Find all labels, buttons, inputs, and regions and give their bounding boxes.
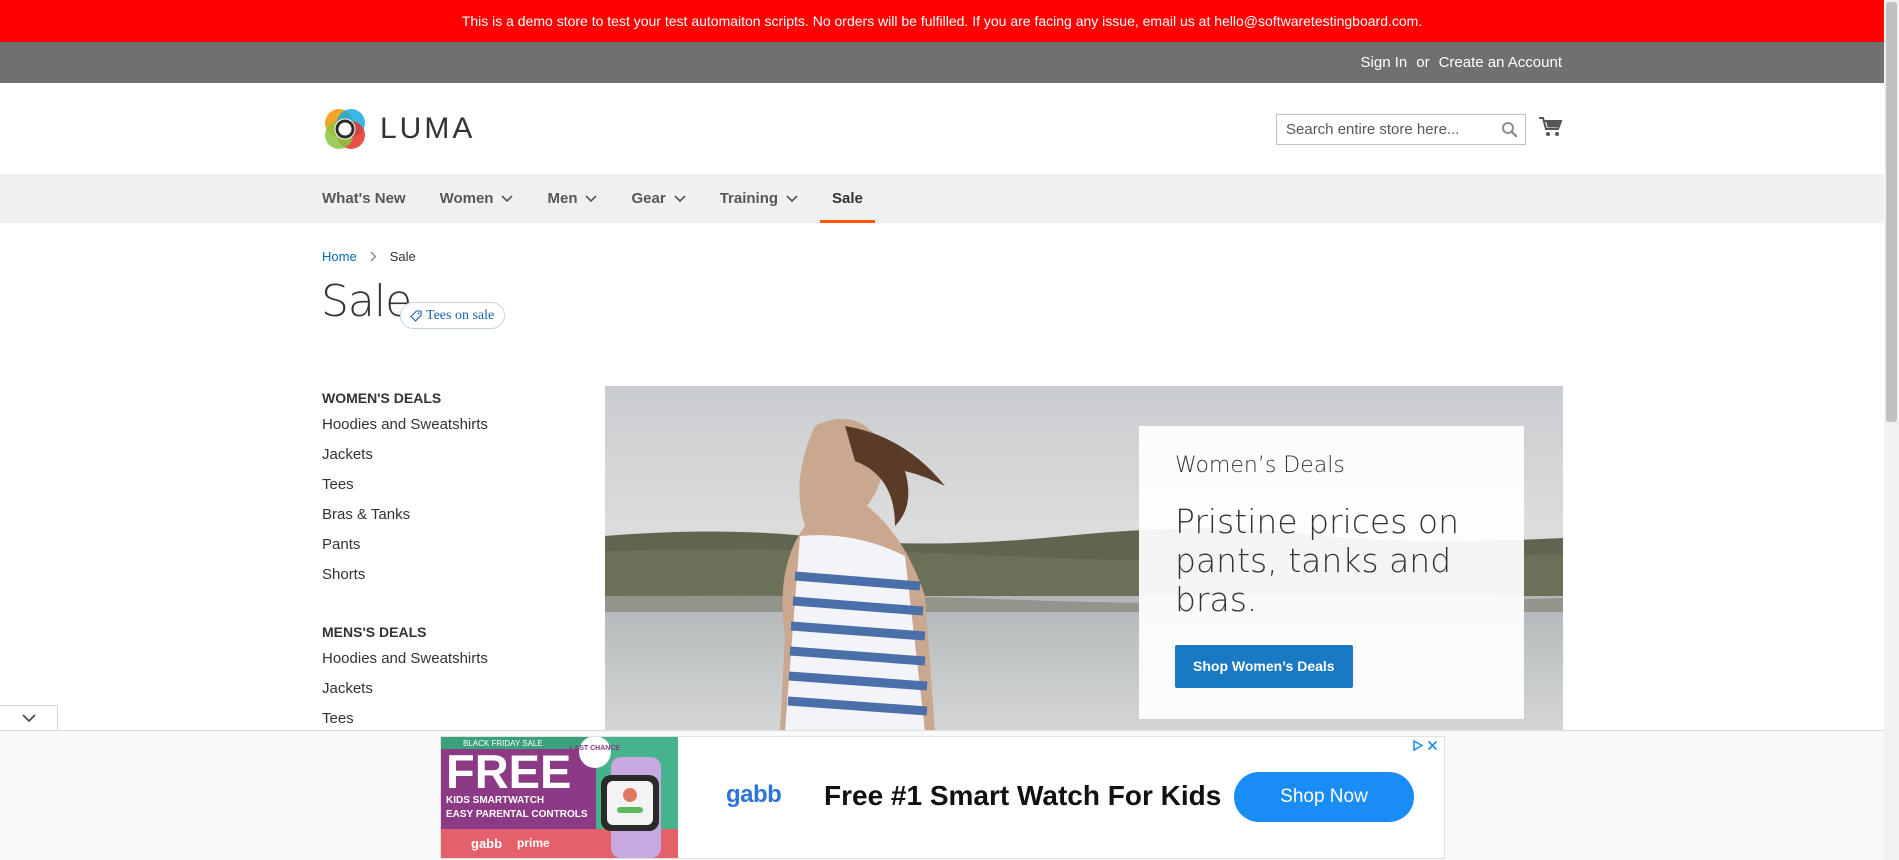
- nav-item-women[interactable]: Women: [428, 174, 526, 223]
- sign-in-link[interactable]: Sign In: [1361, 54, 1408, 71]
- ad-collapse-toggle[interactable]: [0, 705, 58, 730]
- hero-headline: Pristine prices on pants, tanks and bras…: [1175, 502, 1459, 619]
- sidebar-link-bras-tanks[interactable]: Bras & Tanks: [322, 500, 542, 530]
- adchoices-icon[interactable]: [1412, 740, 1423, 751]
- top-panel: Sign In or Create an Account: [0, 42, 1884, 83]
- sidebar-link-jackets[interactable]: Jackets: [322, 674, 542, 704]
- sidebar-link-hoodies[interactable]: Hoodies and Sweatshirts: [322, 644, 542, 674]
- sidebar-link-hoodies[interactable]: Hoodies and Sweatshirts: [322, 410, 542, 440]
- header-links: Sign In or Create an Account: [1361, 42, 1562, 83]
- nav-item-label: Sale: [832, 190, 863, 207]
- nav-items: What's New Women Men Gear Training Sale: [322, 174, 885, 223]
- ad-line2-text: EASY PARENTAL CONTROLS: [446, 809, 588, 820]
- nav-item-gear[interactable]: Gear: [619, 174, 697, 223]
- nav-item-label: What's New: [322, 190, 406, 207]
- close-icon[interactable]: [1427, 740, 1438, 751]
- main-navigation: What's New Women Men Gear Training Sale: [0, 174, 1884, 223]
- ad-line1-text: KIDS SMARTWATCH: [446, 795, 544, 806]
- ad-free-text: FREE: [446, 745, 571, 798]
- chevron-right-icon: [370, 251, 377, 262]
- chevron-down-icon: [585, 194, 598, 202]
- womens-deals-section: WOMEN'S DEALS Hoodies and Sweatshirts Ja…: [322, 386, 542, 590]
- ad-last-chance-text: LAST CHANCE: [570, 745, 620, 752]
- nav-item-whats-new[interactable]: What's New: [322, 174, 418, 223]
- section-title: WOMEN'S DEALS: [322, 390, 442, 406]
- hero-card: Women’s Deals Pristine prices on pants, …: [1139, 426, 1524, 719]
- ad-brand1-text: gabb: [471, 836, 502, 851]
- page-scrollbar[interactable]: [1884, 0, 1899, 860]
- breadcrumb-home[interactable]: Home: [322, 249, 357, 264]
- cart-button[interactable]: [1538, 116, 1563, 143]
- womens-deals-hero[interactable]: Women’s Deals Pristine prices on pants, …: [605, 386, 1563, 731]
- page-title: Sale: [321, 276, 412, 327]
- shop-womens-deals-button[interactable]: Shop Women’s Deals: [1175, 645, 1353, 688]
- create-account-link[interactable]: Create an Account: [1439, 54, 1562, 71]
- search-icon[interactable]: [1501, 121, 1518, 143]
- mens-deals-section: MENS'S DEALS Hoodies and Sweatshirts Jac…: [322, 620, 542, 734]
- breadcrumb-current: Sale: [389, 249, 416, 264]
- sidebar-link-shorts[interactable]: Shorts: [322, 560, 542, 590]
- tees-on-sale-tag[interactable]: Tees on sale: [400, 302, 506, 329]
- nav-item-sale[interactable]: Sale: [820, 174, 875, 223]
- deals-sidebar: WOMEN'S DEALS Hoodies and Sweatshirts Ja…: [322, 386, 542, 734]
- demo-notice-banner: This is a demo store to test your test a…: [0, 0, 1884, 42]
- header-separator: or: [1416, 54, 1430, 71]
- sidebar-link-pants[interactable]: Pants: [322, 530, 542, 560]
- advertisement[interactable]: BLACK FRIDAY SALE FREE LAST CHANCE KIDS …: [440, 736, 1445, 859]
- womens-deals-list: Hoodies and Sweatshirts Jackets Tees Bra…: [322, 410, 542, 590]
- luma-logo-icon: [325, 109, 365, 149]
- section-title: MENS'S DEALS: [322, 624, 427, 640]
- luma-logo[interactable]: LUMA: [322, 106, 475, 152]
- nav-item-label: Men: [547, 190, 578, 207]
- nav-item-men[interactable]: Men: [535, 174, 609, 223]
- scrollbar-thumb[interactable]: [1886, 2, 1897, 422]
- ad-shop-now-button[interactable]: Shop Now: [1234, 772, 1414, 822]
- ad-brand2-text: prime: [517, 836, 550, 850]
- nav-item-label: Gear: [631, 190, 666, 207]
- hero-subtitle: Women’s Deals: [1175, 453, 1345, 478]
- chevron-down-icon: [786, 194, 798, 202]
- tag-icon: [410, 309, 422, 322]
- tag-label: Tees on sale: [426, 307, 495, 323]
- mens-deals-list: Hoodies and Sweatshirts Jackets Tees: [322, 644, 542, 734]
- ad-banner-bar: BLACK FRIDAY SALE FREE LAST CHANCE KIDS …: [0, 730, 1884, 860]
- nav-item-label: Women: [439, 190, 494, 207]
- chevron-down-icon: [501, 194, 514, 202]
- nav-item-label: Training: [719, 190, 779, 207]
- sidebar-link-tees[interactable]: Tees: [322, 470, 542, 500]
- search-input[interactable]: [1277, 115, 1504, 144]
- chevron-down-icon: [21, 713, 36, 722]
- cart-icon: [1539, 117, 1563, 136]
- sidebar-link-jackets[interactable]: Jackets: [322, 440, 542, 470]
- demo-notice-text: This is a demo store to test your test a…: [461, 13, 1423, 29]
- nav-item-training[interactable]: Training: [708, 174, 810, 223]
- ad-choices: [1412, 740, 1438, 751]
- breadcrumb: Home Sale: [322, 249, 416, 264]
- ad-brand: gabb: [726, 781, 782, 808]
- ad-image: BLACK FRIDAY SALE FREE LAST CHANCE KIDS …: [441, 737, 678, 858]
- search-box: [1276, 114, 1526, 145]
- logo-text: LUMA: [380, 112, 476, 145]
- ad-headline: Free #1 Smart Watch For Kids: [824, 780, 1222, 811]
- chevron-down-icon: [674, 194, 686, 202]
